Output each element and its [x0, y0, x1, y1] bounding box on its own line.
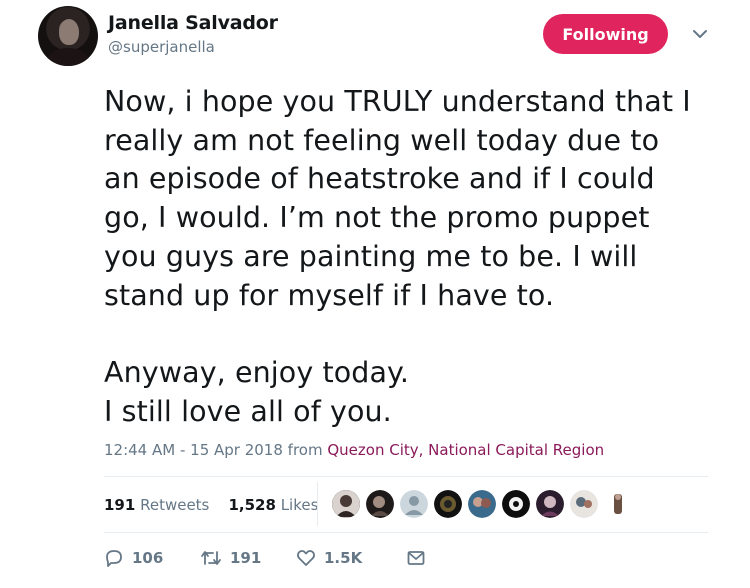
retweets-count: 191: [104, 496, 136, 514]
heart-icon: [297, 550, 315, 566]
likes-count: 1,528: [228, 496, 276, 514]
user-display-name[interactable]: Janella Salvador: [108, 12, 278, 34]
liker-avatar-8[interactable]: [570, 490, 598, 518]
liker-avatar-6[interactable]: [502, 490, 530, 518]
stats-separator: [317, 482, 318, 526]
like-action[interactable]: 1.5K: [296, 548, 406, 568]
divider: [104, 532, 708, 533]
retweet-count: 191: [230, 549, 262, 567]
liker-avatar-1[interactable]: [332, 490, 360, 518]
liker-avatar-9[interactable]: [604, 490, 632, 518]
liker-avatar-2[interactable]: [366, 490, 394, 518]
timestamp-text[interactable]: 12:44 AM - 15 Apr 2018 from: [104, 441, 323, 459]
tweet-actions: 106 191 1.5K: [104, 548, 426, 568]
divider: [104, 476, 708, 477]
reply-count: 106: [132, 549, 164, 567]
reply-icon: [106, 550, 122, 567]
chevron-down-icon[interactable]: [690, 24, 710, 44]
liker-avatar-7[interactable]: [536, 490, 564, 518]
reply-action[interactable]: 106: [104, 548, 200, 568]
tweet-timestamp: 12:44 AM - 15 Apr 2018 from Quezon City,…: [104, 441, 604, 459]
user-handle[interactable]: @superjanella: [108, 38, 215, 56]
retweet-icon: [201, 551, 221, 565]
envelope-icon: [407, 551, 425, 565]
default-avatar[interactable]: [400, 490, 428, 518]
liker-avatar-4[interactable]: [434, 490, 462, 518]
liker-avatar-5[interactable]: [468, 490, 496, 518]
location-link[interactable]: Quezon City, National Capital Region: [327, 441, 604, 459]
likers-avatars: [332, 490, 632, 522]
like-count: 1.5K: [324, 549, 363, 567]
retweets-stat[interactable]: 191 Retweets: [104, 496, 209, 514]
retweets-label: Retweets: [140, 496, 210, 514]
likes-label: Likes: [280, 496, 319, 514]
tweet-text: Now, i hope you TRULY understand that I …: [104, 85, 691, 428]
likes-stat[interactable]: 1,528 Likes: [228, 496, 318, 514]
tweet-stats: 191 Retweets 1,528 Likes: [104, 496, 318, 514]
retweet-action[interactable]: 191: [200, 548, 296, 568]
user-avatar[interactable]: [38, 6, 98, 66]
following-button[interactable]: Following: [543, 14, 668, 54]
tweet-header: Janella Salvador @superjanella Following: [38, 6, 728, 70]
direct-message-action[interactable]: [406, 548, 426, 568]
